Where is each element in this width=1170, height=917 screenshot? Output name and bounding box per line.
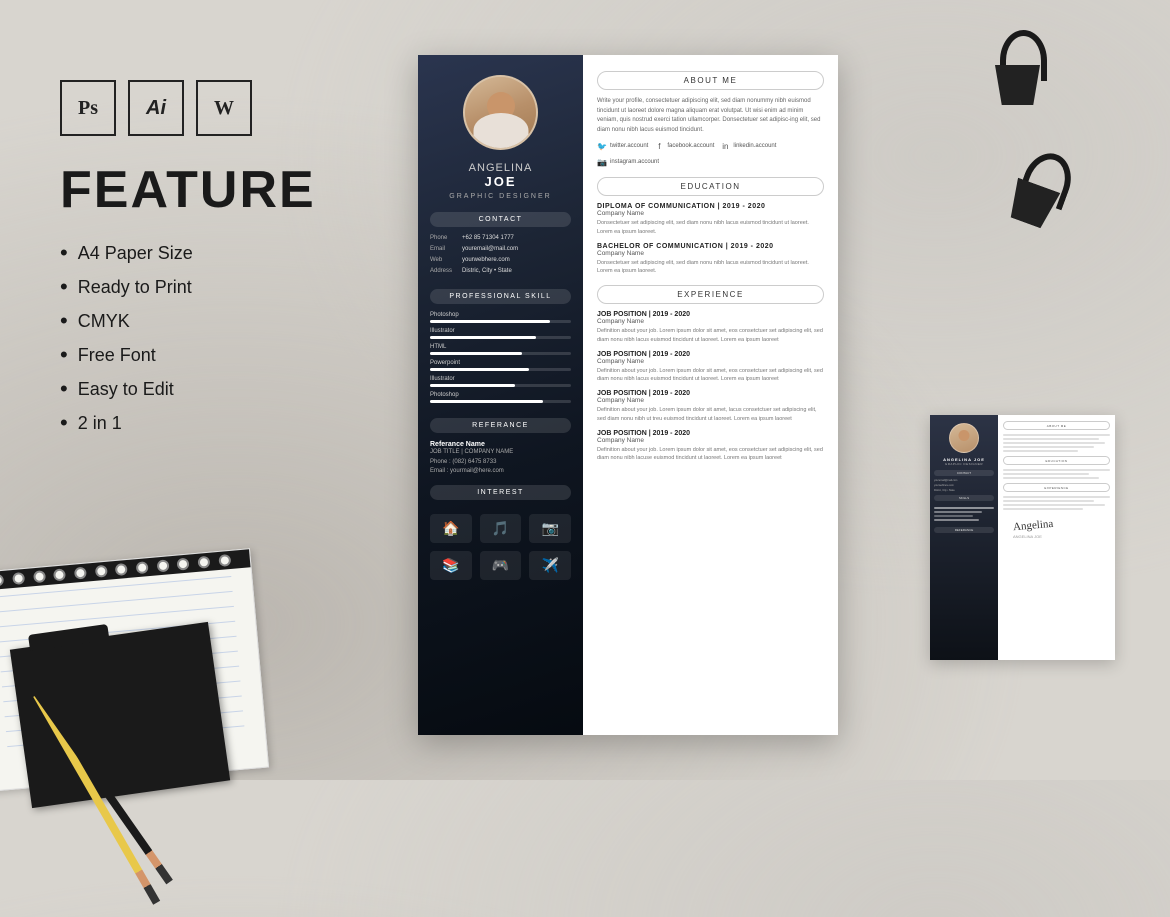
thumb-contact-bar: CONTACT [934,470,994,476]
skill-item: Powerpoint [430,360,571,371]
about-section: ABOUT ME Write your profile, consectetue… [597,71,824,167]
feature-item-5: Easy to Edit [60,376,390,402]
feature-item-4: Free Font [60,342,390,368]
experience-item-4: JOB POSITION | 2019 - 2020 Company Name … [597,430,824,463]
feature-list: A4 Paper Size Ready to Print CMYK Free F… [60,240,390,436]
cv-thumbnail: ANGELINA JOE GRAPHIC DESIGNER CONTACT yo… [930,415,1115,660]
interest-header: INTEREST [430,485,571,500]
social-row: 🐦 twitter.account f facebook.account in … [597,141,824,167]
feature-item-2: Ready to Print [60,274,390,300]
facebook-icon: f [654,141,664,151]
linkedin-social: in linkedin.account [720,141,776,151]
thumb-info-3: Distric, City • State [930,488,998,493]
cv-right-panel: ABOUT ME Write your profile, consectetue… [583,55,838,735]
skill-item: Photoshop [430,392,571,403]
skills-container: Photoshop Illustrator HTML Powerpoint Il… [430,312,571,408]
skills-header: PROFESSIONAL SKILL [430,289,571,304]
about-header: ABOUT ME [597,71,824,90]
thumb-avatar [949,423,979,453]
experience-header: EXPERIENCE [597,285,824,304]
feature-item-1: A4 Paper Size [60,240,390,266]
cv-name: ANGELINA JOE [469,162,533,189]
education-header: EDUCATION [597,177,824,196]
thumb-skills-bar: SKILLS [934,495,994,501]
facebook-social: f facebook.account [654,141,714,151]
experience-item-2: JOB POSITION | 2019 - 2020 Company Name … [597,351,824,384]
skill-item: Illustrator [430,328,571,339]
software-icons: Ps Ai W [60,80,390,136]
skill-item: Illustrator [430,376,571,387]
education-item-1: DIPLOMA OF COMMUNICATION | 2019 - 2020 C… [597,203,824,236]
cv-left-panel: ANGELINA JOE GRAPHIC DESIGNER CONTACT Ph… [418,55,583,735]
thumb-exp-bar: EXPERIENCE [1003,483,1110,492]
interests-grid: 🏠 🎵 📷 📚 🎮 ✈️ [430,514,571,580]
education-section: EDUCATION DIPLOMA OF COMMUNICATION | 201… [597,177,824,275]
interest-icon-3: 📷 [529,514,571,543]
interest-icon-1: 🏠 [430,514,472,543]
cv-main: ANGELINA JOE GRAPHIC DESIGNER CONTACT Ph… [418,55,838,735]
thumb-edu-bar: EDUCATION [1003,456,1110,465]
experience-item-3: JOB POSITION | 2019 - 2020 Company Name … [597,390,824,423]
experience-section: EXPERIENCE JOB POSITION | 2019 - 2020 Co… [597,285,824,462]
avatar [463,75,538,150]
cv-job-title: GRAPHIC DESIGNER [449,193,551,200]
skill-item: Photoshop [430,312,571,323]
cv-thumb-left: ANGELINA JOE GRAPHIC DESIGNER CONTACT yo… [930,415,998,660]
instagram-social: 📷 instagram.account [597,157,659,167]
interest-icon-2: 🎵 [480,514,522,543]
feature-item-3: CMYK [60,308,390,334]
feature-title: FEATURE [60,160,390,220]
referance-header: REFERANCE [430,418,571,433]
twitter-social: 🐦 twitter.account [597,141,648,151]
linkedin-icon: in [720,141,730,151]
binder-clip-bottom [998,143,1077,237]
about-text: Write your profile, consectetuer adipisc… [597,97,824,135]
interest-icon-5: 🎮 [480,551,522,580]
instagram-icon: 📷 [597,157,607,167]
thumb-subtitle: GRAPHIC DESIGNER [930,462,998,466]
thumb-ref-bar: REFERANCE [934,527,994,533]
interest-icon-6: ✈️ [529,551,571,580]
feature-item-6: 2 in 1 [60,410,390,436]
illustrator-icon: Ai [128,80,184,136]
education-item-2: BACHELOR OF COMMUNICATION | 2019 - 2020 … [597,243,824,276]
referance-section: Referance Name JOB TITLE | COMPANY NAME … [430,441,571,477]
photoshop-icon: Ps [60,80,116,136]
interest-icon-4: 📚 [430,551,472,580]
experience-item-1: JOB POSITION | 2019 - 2020 Company Name … [597,311,824,344]
contact-info: Phone +62 85 71304 1777 Email youremail@… [430,235,571,279]
contact-header: CONTACT [430,212,571,227]
twitter-icon: 🐦 [597,141,607,151]
thumb-about-bar: ABOUT ME [1003,421,1110,430]
binder-clip-top [990,30,1045,110]
skill-item: HTML [430,344,571,355]
feature-panel: Ps Ai W FEATURE A4 Paper Size Ready to P… [60,80,390,444]
word-icon: W [196,80,252,136]
cv-thumb-right: ABOUT ME EDUCATION EXPERIENCE Angelina A… [998,415,1115,660]
